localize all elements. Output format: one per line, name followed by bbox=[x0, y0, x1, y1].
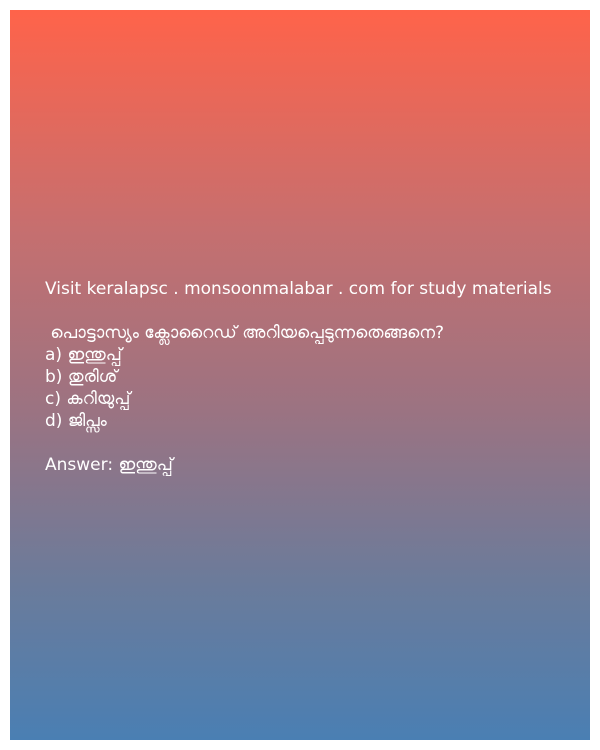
question-card: Visit keralapsc . monsoonmalabar . com f… bbox=[10, 10, 590, 740]
card-content: Visit keralapsc . monsoonmalabar . com f… bbox=[45, 278, 575, 476]
option-c: c) കറിയുപ്പ് bbox=[45, 389, 131, 409]
option-d: d) ജിപ്സം bbox=[45, 411, 107, 431]
visit-text: Visit keralapsc . monsoonmalabar . com f… bbox=[45, 279, 552, 299]
answer-text: Answer: ഇന്തുപ്പ് bbox=[45, 455, 173, 475]
option-a: a) ഇന്തുപ്പ് bbox=[45, 345, 122, 365]
option-b: b) തുരിശ് bbox=[45, 367, 118, 387]
question-text: പൊട്ടാസ്യം ക്ലോറൈഡ് അറിയപ്പെടുന്നതെങ്ങനെ… bbox=[45, 323, 445, 343]
